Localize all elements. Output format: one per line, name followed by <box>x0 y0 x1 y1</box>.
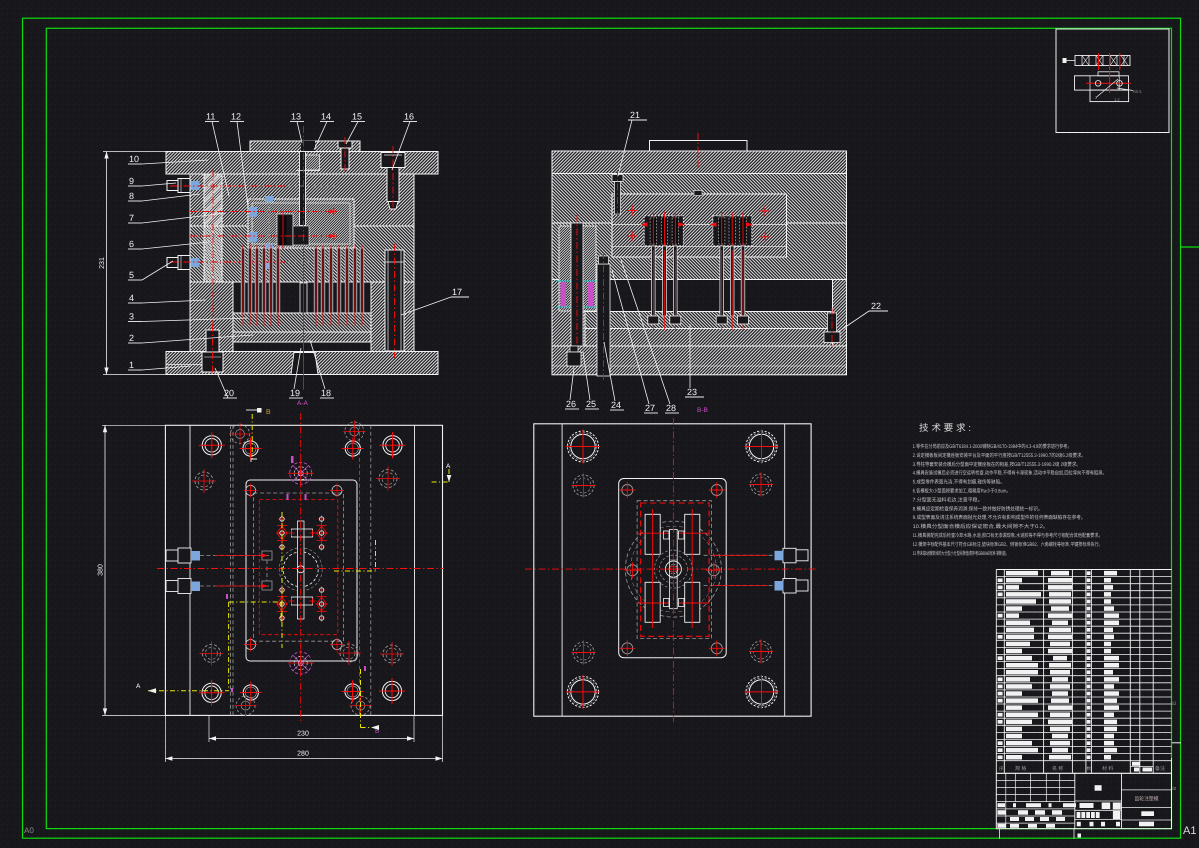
svg-text:5: 5 <box>129 270 134 280</box>
svg-text:技 术 要 求 :: 技 术 要 求 : <box>919 423 971 434</box>
svg-text:10: 10 <box>129 154 139 164</box>
svg-text:A: A <box>136 683 141 690</box>
svg-text:5.成型零件表面光洁,不得有划痕,碰伤等缺陷。: 5.成型零件表面光洁,不得有划痕,碰伤等缺陷。 <box>913 479 1005 486</box>
svg-text:13.导未联动模架间的大分型小分型间隙值请参考GB8846标: 13.导未联动模架间的大分型小分型间隙值请参考GB8846标准-钢制造。 <box>913 550 1009 557</box>
svg-text:数: 数 <box>1087 766 1092 771</box>
svg-text:17: 17 <box>452 287 462 297</box>
svg-text:15: 15 <box>352 112 362 122</box>
svg-text:26: 26 <box>566 399 576 409</box>
svg-text:6: 6 <box>129 239 134 249</box>
svg-text:1: 1 <box>129 360 134 370</box>
svg-text:380: 380 <box>98 564 105 576</box>
svg-text:9: 9 <box>129 176 134 186</box>
svg-text:7: 7 <box>129 213 134 223</box>
svg-text:名 称: 名 称 <box>1052 765 1063 772</box>
svg-text:A-A: A-A <box>297 400 309 407</box>
svg-text:A1: A1 <box>1183 825 1196 837</box>
svg-text:1.2: 1.2 <box>1114 97 1120 102</box>
svg-text:8.模具应定期检查保养润滑,保持一致并做好防锈处理统一标识。: 8.模具应定期检查保养润滑,保持一致并做好防锈处理统一标识。 <box>913 505 1043 512</box>
svg-text:规 格: 规 格 <box>1015 765 1026 772</box>
svg-text:4.模具安装试模后必须进行空运转检查,动作平稳,不得有卡滞现: 4.模具安装试模后必须进行空运转检查,动作平稳,不得有卡滞现象;活动中平稳自如,… <box>913 470 1107 477</box>
svg-text:9.成型表面及浇注系统表面抛光处理,不允许有影响成型件的任何: 9.成型表面及浇注系统表面抛光处理,不允许有影响成型件的任何表面缺陷存在参考。 <box>913 514 1086 521</box>
svg-text:19: 19 <box>290 388 300 398</box>
svg-text:10.模具分型面合模后应保证密合,最大间隙不大于0.2。: 10.模具分型面合模后应保证密合,最大间隙不大于0.2。 <box>913 523 1049 530</box>
svg-text:18: 18 <box>321 388 331 398</box>
svg-text:12.模架中标配件基本尺寸符合GB标注,垫块标准GB2、侧锁: 12.模架中标配件基本尺寸符合GB标注,垫块标准GB2、侧锁标准GB82、六角螺… <box>913 541 1103 548</box>
svg-text:A: A <box>446 463 451 470</box>
svg-text:3: 3 <box>129 312 134 322</box>
svg-text:22: 22 <box>871 301 881 311</box>
svg-text:16: 16 <box>404 112 414 122</box>
svg-text:28: 28 <box>666 403 676 413</box>
svg-text:2.设定模板板间定模座板安装平台及平面的平行度按GB/T12: 2.设定模板板间定模座板安装平台及平面的平行度按GB/T12555.3-1990… <box>913 452 1086 459</box>
svg-text:23: 23 <box>687 387 697 397</box>
svg-text:8: 8 <box>129 191 134 201</box>
svg-text:12: 12 <box>231 112 241 122</box>
svg-text:27: 27 <box>645 403 655 413</box>
svg-text:备注: 备注 <box>1155 765 1165 772</box>
svg-text:R0.5: R0.5 <box>1133 89 1142 94</box>
svg-text:24: 24 <box>611 400 621 410</box>
svg-text:231: 231 <box>99 257 106 269</box>
svg-text:序: 序 <box>999 766 1004 771</box>
svg-text:21: 21 <box>630 110 640 120</box>
svg-text:4: 4 <box>129 293 134 303</box>
svg-text:1.零件在分局前应及GB/T6184.1-2000钢制GB/: 1.零件在分局前应及GB/T6184.1-2000钢制GB/4170-1984中… <box>913 443 1072 450</box>
svg-text:14: 14 <box>321 112 331 122</box>
svg-text:B-B: B-B <box>697 407 708 414</box>
svg-text:280: 280 <box>297 751 309 758</box>
svg-text:2: 2 <box>129 333 134 343</box>
svg-text:13: 13 <box>291 112 301 122</box>
svg-text:A0: A0 <box>24 826 34 835</box>
svg-text:齿轮注塑模: 齿轮注塑模 <box>1135 796 1159 803</box>
svg-text:6.各模板大小型面按要求加工,粗糙度Ra小于0.8um。: 6.各模板大小型面按要求加工,粗糙度Ra小于0.8um。 <box>913 488 1011 495</box>
svg-text:B: B <box>266 409 271 416</box>
svg-text:E: E <box>1171 701 1178 705</box>
svg-text:230: 230 <box>297 731 309 738</box>
svg-text:11: 11 <box>206 112 215 122</box>
svg-text:材 料: 材 料 <box>1102 765 1113 772</box>
svg-text:25: 25 <box>586 399 596 409</box>
svg-text:11.模具装配完成后检查冷却水路,水道,胶口有无渗漏现象,水: 11.模具装配完成后检查冷却水路,水道,胶口有无渗漏现象,水道胶等不得与参考尺寸… <box>913 532 1103 539</box>
svg-text:7.分型面无溢料毛边,注意平稳。: 7.分型面无溢料毛边,注意平稳。 <box>913 496 983 503</box>
svg-text:3.导柱导套安装合模后分型面中定模座板在的相差,按GB/T1: 3.导柱导套安装合模后分型面中定模座板在的相差,按GB/T12555.3-199… <box>913 461 1081 468</box>
